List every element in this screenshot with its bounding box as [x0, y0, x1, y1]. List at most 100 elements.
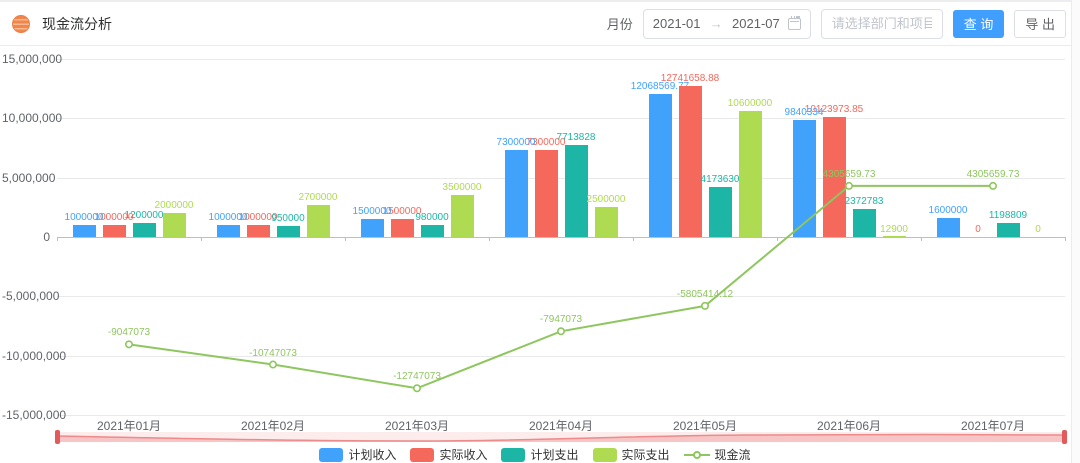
- cashflow-chart: 15,000,000 10,000,000 5,000,000 0 -5,000,000…: [0, 46, 1080, 463]
- query-button[interactable]: 查 询: [953, 10, 1005, 38]
- bar-label: 3500000: [415, 182, 509, 193]
- coins-icon: [12, 15, 30, 33]
- bar[interactable]: [163, 213, 186, 237]
- range-start-value[interactable]: 2021-01: [653, 16, 701, 31]
- bar-label: 2700000: [271, 192, 365, 203]
- legend-swatch: [319, 448, 343, 462]
- y-tick-label: -10,000,000: [2, 349, 50, 363]
- cashflow-analysis-page: 现金流分析 月份 2021-01 → 2021-07 查 询 导 出 15,00…: [0, 0, 1080, 463]
- y-tick-label: -15,000,000: [2, 408, 50, 422]
- legend-item[interactable]: 实际支出: [593, 446, 670, 463]
- line-point-label: -10747073: [223, 348, 323, 359]
- line-point-label: 4305659.73: [799, 169, 899, 180]
- export-button[interactable]: 导 出: [1014, 10, 1066, 38]
- line-point[interactable]: [270, 361, 276, 367]
- bar[interactable]: [595, 207, 618, 237]
- x-axis-zero-line: [57, 237, 1065, 238]
- legend-label: 计划收入: [348, 446, 396, 463]
- bar-label: 10123973.85: [787, 104, 881, 115]
- calendar-icon: [788, 18, 801, 30]
- month-range-picker[interactable]: 2021-01 → 2021-07: [643, 9, 811, 39]
- gridline: [57, 415, 1065, 416]
- axis-tick: [921, 237, 922, 241]
- axis-tick: [777, 237, 778, 241]
- legend-swatch: [410, 448, 434, 462]
- line-point[interactable]: [558, 328, 564, 334]
- y-tick-label: 5,000,000: [2, 171, 50, 185]
- bar[interactable]: [217, 225, 240, 237]
- axis-tick: [345, 237, 346, 241]
- bar[interactable]: [451, 195, 474, 237]
- bar[interactable]: [679, 86, 702, 237]
- legend-item[interactable]: 计划支出: [501, 446, 578, 463]
- line-point-label: -9047073: [79, 327, 179, 338]
- header-controls: 月份 2021-01 → 2021-07 查 询 导 出: [607, 9, 1070, 39]
- datazoom-shadow: [57, 432, 1065, 442]
- line-point[interactable]: [990, 183, 996, 189]
- line-point-label: -12747073: [367, 371, 467, 382]
- bar-label: 2000000: [127, 200, 221, 211]
- y-tick-label: -5,000,000: [2, 289, 50, 303]
- legend-label: 实际支出: [622, 446, 670, 463]
- bar-label: 12900: [847, 224, 941, 235]
- bar-label: 0: [991, 224, 1080, 235]
- line-point[interactable]: [846, 183, 852, 189]
- bar[interactable]: [307, 205, 330, 237]
- legend-item[interactable]: 实际收入: [410, 446, 487, 463]
- gridline: [57, 356, 1065, 357]
- bar-label: 7713828: [529, 132, 623, 143]
- bar-label: 10600000: [703, 98, 797, 109]
- datazoom-slider[interactable]: [57, 432, 1065, 442]
- line-point[interactable]: [702, 303, 708, 309]
- legend-swatch: [501, 448, 525, 462]
- department-project-select[interactable]: [821, 9, 943, 39]
- bar[interactable]: [505, 150, 528, 237]
- legend-label: 实际收入: [439, 446, 487, 463]
- bar[interactable]: [649, 94, 672, 237]
- bar-label: 2500000: [559, 194, 653, 205]
- gridline: [57, 296, 1065, 297]
- bar[interactable]: [103, 225, 126, 237]
- bar-label: 2372783: [817, 196, 911, 207]
- bar[interactable]: [565, 145, 588, 237]
- legend-label: 现金流: [715, 446, 751, 463]
- cashflow-line: [0, 46, 1080, 463]
- line-point[interactable]: [126, 341, 132, 347]
- line-point[interactable]: [414, 385, 420, 391]
- gridline: [57, 59, 1065, 60]
- bar[interactable]: [247, 225, 270, 237]
- range-end-value[interactable]: 2021-07: [732, 16, 780, 31]
- axis-tick: [57, 237, 58, 241]
- legend-item[interactable]: 现金流: [684, 446, 751, 463]
- bar[interactable]: [73, 225, 96, 237]
- bar-label: 12741658.88: [643, 73, 737, 84]
- bar[interactable]: [133, 223, 156, 237]
- bar[interactable]: [277, 226, 300, 237]
- legend-swatch: [593, 448, 617, 462]
- bar[interactable]: [361, 219, 384, 237]
- bar[interactable]: [535, 150, 558, 237]
- bar[interactable]: [709, 187, 732, 237]
- axis-tick: [633, 237, 634, 241]
- bar[interactable]: [739, 111, 762, 237]
- chart-legend: 计划收入 实际收入 计划支出 实际支出 现金流: [0, 446, 1070, 463]
- line-point-label: 4305659.73: [943, 169, 1043, 180]
- gridline: [57, 178, 1065, 179]
- datazoom-right-handle[interactable]: [1062, 430, 1067, 444]
- bar-label: 1198809: [961, 210, 1055, 221]
- datazoom-left-handle[interactable]: [55, 430, 60, 444]
- axis-tick: [489, 237, 490, 241]
- line-point-label: -7947073: [511, 314, 611, 325]
- gridline: [57, 118, 1065, 119]
- axis-tick: [201, 237, 202, 241]
- axis-tick: [1065, 237, 1066, 241]
- y-tick-label: 15,000,000: [2, 52, 50, 66]
- legend-line-marker-icon: [684, 448, 710, 462]
- y-tick-label: 10,000,000: [2, 111, 50, 125]
- y-tick-label: 0: [2, 230, 50, 244]
- legend-item[interactable]: 计划收入: [319, 446, 396, 463]
- legend-label: 计划支出: [530, 446, 578, 463]
- bar[interactable]: [421, 225, 444, 237]
- range-arrow-icon: →: [708, 16, 724, 31]
- vertical-scrollbar[interactable]: [1071, 0, 1080, 463]
